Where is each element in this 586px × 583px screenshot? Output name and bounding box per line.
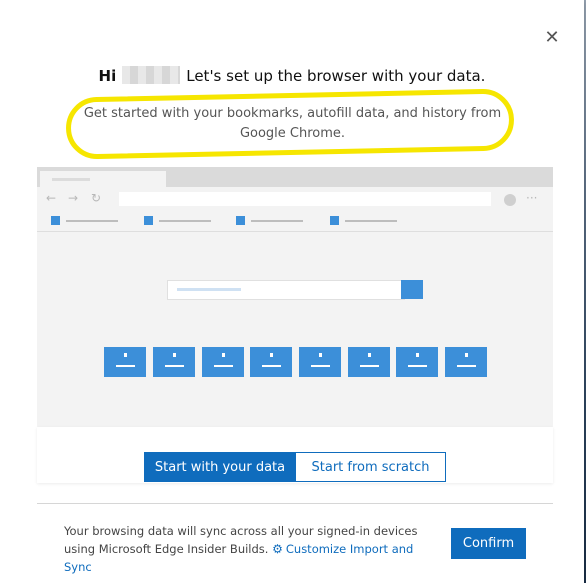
close-icon[interactable]: ✕ <box>544 29 560 47</box>
redacted-username <box>122 66 181 84</box>
title-text: Let's set up the browser with your data. <box>186 67 486 85</box>
illustration-more-icon: ··· <box>526 191 538 205</box>
illustration-address-bar <box>119 192 491 206</box>
illustration-tile <box>202 347 244 377</box>
setup-dialog: ✕ Hi Let's set up the browser with your d… <box>0 0 584 583</box>
illustration-tile <box>396 347 438 377</box>
footer-message: Your browsing data will sync across all … <box>64 522 444 576</box>
illustration-tabstrip <box>37 167 553 187</box>
illustration-profile-icon <box>504 194 516 206</box>
forward-arrow-icon: → <box>68 191 79 205</box>
illustration-tile <box>299 347 341 377</box>
refresh-icon: ↻ <box>91 191 102 205</box>
greeting: Hi <box>98 67 117 85</box>
illustration-tile <box>445 347 487 377</box>
illustration-search-box <box>167 280 405 300</box>
illustration-tab <box>40 171 166 187</box>
browser-illustration: ← → ↻ ··· <box>37 167 553 428</box>
illustration-search-button <box>401 280 423 299</box>
confirm-button[interactable]: Confirm <box>451 528 526 559</box>
illustration-tile <box>104 347 146 377</box>
illustration-tile <box>250 347 292 377</box>
illustration-tile <box>348 347 390 377</box>
illustration-tile <box>153 347 195 377</box>
start-with-data-button[interactable]: Start with your data <box>144 452 296 482</box>
back-arrow-icon: ← <box>46 191 57 205</box>
gear-icon: ⚙ <box>272 542 283 556</box>
illustration-favorites-bar <box>37 211 553 232</box>
start-from-scratch-button[interactable]: Start from scratch <box>295 452 446 482</box>
footer-divider <box>37 503 553 504</box>
dialog-title: Hi Let's set up the browser with your dat… <box>0 66 584 85</box>
illustration-navbar: ← → ↻ ··· <box>37 187 553 211</box>
dialog-subtitle: Get started with your bookmarks, autofil… <box>83 106 502 141</box>
